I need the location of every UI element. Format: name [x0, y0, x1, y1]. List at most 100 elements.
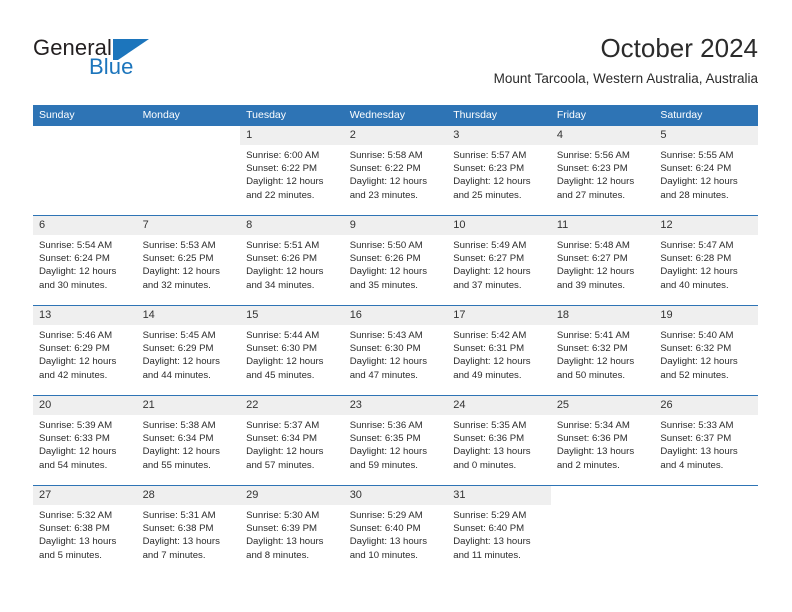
calendar-day-cell[interactable]: 7 Sunrise: 5:53 AM Sunset: 6:25 PM Daylight… — [136, 216, 241, 305]
day-detail-line: Sunset: 6:22 PM — [349, 163, 421, 175]
day-details: Sunrise: 5:39 AM Sunset: 6:33 PM Daylight:… — [33, 415, 137, 472]
day-detail-line: Sunrise: 5:55 AM — [660, 150, 734, 161]
calendar-day-cell[interactable]: 9 Sunrise: 5:50 AM Sunset: 6:26 PM Daylight… — [343, 216, 448, 305]
day-detail-line: Daylight: 12 hours — [660, 176, 738, 188]
day-details: Sunrise: 5:36 AM Sunset: 6:35 PM Daylight:… — [344, 415, 448, 472]
weekday-header-tuesday: Tuesday — [240, 105, 344, 126]
day-detail-line: Sunset: 6:27 PM — [453, 253, 525, 265]
calendar-day-cell[interactable]: 31 Sunrise: 5:29 AM Sunset: 6:40 PM Dayligh… — [447, 486, 551, 575]
day-details: Sunrise: 5:34 AM Sunset: 6:36 PM Daylight:… — [551, 415, 655, 472]
calendar-day-cell[interactable]: 28 Sunrise: 5:31 AM Sunset: 6:38 PM Dayligh… — [136, 486, 241, 575]
calendar-day-cell[interactable]: 13 Sunrise: 5:46 AM Sunset: 6:29 PM Dayligh… — [33, 306, 137, 395]
day-number: 11 — [550, 216, 655, 235]
weekday-header-thursday: Thursday — [447, 105, 551, 126]
day-number: 26 — [654, 396, 758, 415]
day-details: Sunrise: 5:48 AM Sunset: 6:27 PM Daylight:… — [551, 235, 655, 292]
calendar-day-cell-empty — [551, 486, 655, 575]
day-detail-line: and 5 minutes. — [39, 549, 102, 561]
calendar-day-cell[interactable]: 23 Sunrise: 5:36 AM Sunset: 6:35 PM Dayligh… — [343, 396, 448, 485]
day-detail-line: Sunset: 6:39 PM — [246, 523, 318, 535]
page-subtitle: Mount Tarcoola, Western Australia, Austr… — [493, 71, 758, 86]
day-detail-line: Sunrise: 5:48 AM — [556, 240, 630, 251]
day-detail-line: and 25 minutes. — [453, 189, 522, 201]
day-detail-line: Daylight: 12 hours — [556, 176, 635, 188]
day-detail-line: Sunrise: 5:41 AM — [556, 330, 630, 341]
day-detail-line: Daylight: 12 hours — [142, 356, 220, 368]
calendar-day-cell[interactable]: 6 Sunrise: 5:54 AM Sunset: 6:24 PM Daylight… — [33, 216, 137, 305]
day-detail-line: Daylight: 12 hours — [39, 446, 117, 458]
day-detail-line: Daylight: 13 hours — [660, 446, 738, 458]
day-detail-line: Sunset: 6:38 PM — [39, 523, 110, 535]
calendar-day-cell[interactable]: 2 Sunrise: 5:58 AM Sunset: 6:22 PM Daylight… — [343, 126, 448, 215]
calendar-day-cell[interactable]: 10 Sunrise: 5:49 AM Sunset: 6:27 PM Dayligh… — [447, 216, 551, 305]
calendar-day-cell[interactable]: 21 Sunrise: 5:38 AM Sunset: 6:34 PM Dayligh… — [136, 396, 241, 485]
calendar-day-cell[interactable]: 8 Sunrise: 5:51 AM Sunset: 6:26 PM Daylight… — [240, 216, 344, 305]
calendar-day-cell-empty — [654, 486, 758, 575]
calendar-day-cell[interactable]: 22 Sunrise: 5:37 AM Sunset: 6:34 PM Dayligh… — [240, 396, 344, 485]
day-detail-line: and 22 minutes. — [246, 189, 315, 201]
day-detail-line: Sunrise: 5:58 AM — [349, 150, 423, 161]
calendar-day-cell[interactable]: 18 Sunrise: 5:41 AM Sunset: 6:32 PM Dayligh… — [550, 306, 655, 395]
brand-logo[interactable]: General Blue — [33, 36, 253, 86]
calendar-day-cell[interactable]: 26 Sunrise: 5:33 AM Sunset: 6:37 PM Dayligh… — [654, 396, 758, 485]
day-number: 12 — [654, 216, 758, 235]
day-detail-line: Sunrise: 5:44 AM — [246, 330, 320, 341]
calendar-day-cell[interactable]: 25 Sunrise: 5:34 AM Sunset: 6:36 PM Dayligh… — [550, 396, 655, 485]
calendar-day-cell[interactable]: 4 Sunrise: 5:56 AM Sunset: 6:23 PM Daylight… — [550, 126, 655, 215]
day-detail-line: and 28 minutes. — [660, 189, 729, 201]
day-number: 16 — [343, 306, 448, 325]
calendar-day-cell[interactable]: 24 Sunrise: 5:35 AM Sunset: 6:36 PM Dayligh… — [447, 396, 551, 485]
calendar-day-cell[interactable]: 16 Sunrise: 5:43 AM Sunset: 6:30 PM Dayligh… — [343, 306, 448, 395]
calendar-day-cell[interactable]: 5 Sunrise: 5:55 AM Sunset: 6:24 PM Daylight… — [654, 126, 758, 215]
calendar-day-cell[interactable]: 15 Sunrise: 5:44 AM Sunset: 6:30 PM Dayligh… — [240, 306, 344, 395]
day-detail-line: Sunset: 6:40 PM — [453, 523, 525, 535]
calendar-day-cell[interactable]: 20 Sunrise: 5:39 AM Sunset: 6:33 PM Dayligh… — [33, 396, 137, 485]
day-detail-line: Sunrise: 5:49 AM — [453, 240, 527, 251]
day-detail-line: and 45 minutes. — [246, 369, 315, 381]
day-detail-line: Sunset: 6:30 PM — [246, 343, 318, 355]
day-detail-line: and 40 minutes. — [660, 279, 729, 291]
day-detail-line: Sunrise: 5:53 AM — [142, 240, 216, 251]
day-detail-line: Sunrise: 5:39 AM — [39, 420, 113, 431]
day-detail-line: and 34 minutes. — [246, 279, 315, 291]
calendar-day-cell[interactable]: 1 Sunrise: 6:00 AM Sunset: 6:22 PM Daylight… — [240, 126, 344, 215]
day-detail-line: Daylight: 12 hours — [660, 356, 738, 368]
day-details: Sunrise: 5:54 AM Sunset: 6:24 PM Daylight:… — [33, 235, 137, 292]
day-detail-line: Sunrise: 6:00 AM — [246, 150, 320, 161]
day-details: Sunrise: 5:35 AM Sunset: 6:36 PM Daylight:… — [447, 415, 551, 472]
day-detail-line: Sunset: 6:31 PM — [453, 343, 525, 355]
calendar-day-cell[interactable]: 29 Sunrise: 5:30 AM Sunset: 6:39 PM Dayligh… — [240, 486, 344, 575]
day-number: 10 — [447, 216, 551, 235]
day-detail-line: Sunset: 6:23 PM — [556, 163, 628, 175]
day-detail-line: Sunrise: 5:35 AM — [453, 420, 527, 431]
day-number: 21 — [136, 396, 241, 415]
day-detail-line: and 23 minutes. — [349, 189, 418, 201]
title-block: October 2024 Mount Tarcoola, Western Aus… — [494, 33, 758, 87]
calendar-day-cell[interactable]: 14 Sunrise: 5:45 AM Sunset: 6:29 PM Dayligh… — [136, 306, 241, 395]
calendar-day-cell[interactable]: 19 Sunrise: 5:40 AM Sunset: 6:32 PM Dayligh… — [654, 306, 758, 395]
day-details: Sunrise: 5:29 AM Sunset: 6:40 PM Daylight:… — [344, 505, 448, 562]
day-detail-line: and 4 minutes. — [660, 459, 724, 471]
day-detail-line: Daylight: 12 hours — [349, 266, 428, 278]
weekday-header-wednesday: Wednesday — [343, 105, 448, 126]
day-details: Sunrise: 5:40 AM Sunset: 6:32 PM Daylight:… — [654, 325, 758, 382]
calendar-day-cell[interactable]: 12 Sunrise: 5:47 AM Sunset: 6:28 PM Dayligh… — [654, 216, 758, 305]
day-detail-line: Sunrise: 5:57 AM — [453, 150, 527, 161]
calendar-day-cell[interactable]: 3 Sunrise: 5:57 AM Sunset: 6:23 PM Daylight… — [447, 126, 551, 215]
weekday-header-friday: Friday — [550, 105, 655, 126]
calendar-page: General Blue October 2024 Mount Tarcoola… — [0, 0, 792, 612]
day-details: Sunrise: 5:57 AM Sunset: 6:23 PM Daylight:… — [447, 145, 551, 202]
calendar-day-cell[interactable]: 30 Sunrise: 5:29 AM Sunset: 6:40 PM Dayligh… — [343, 486, 448, 575]
calendar-table: Sunday Monday Tuesday Wednesday Thursday Frid… — [33, 105, 758, 575]
calendar-day-cell[interactable]: 11 Sunrise: 5:48 AM Sunset: 6:27 PM Dayligh… — [550, 216, 655, 305]
day-details: Sunrise: 5:53 AM Sunset: 6:25 PM Daylight:… — [137, 235, 241, 292]
day-detail-line: Sunset: 6:26 PM — [246, 253, 318, 265]
day-detail-line: Daylight: 13 hours — [142, 536, 220, 548]
calendar-day-cell[interactable]: 27 Sunrise: 5:32 AM Sunset: 6:38 PM Dayligh… — [33, 486, 137, 575]
calendar-day-cell[interactable]: 17 Sunrise: 5:42 AM Sunset: 6:31 PM Dayligh… — [447, 306, 551, 395]
day-detail-line: and 42 minutes. — [39, 369, 108, 381]
day-detail-line: Daylight: 13 hours — [246, 536, 324, 548]
day-detail-line: Sunset: 6:32 PM — [660, 343, 732, 355]
day-details: Sunrise: 5:33 AM Sunset: 6:37 PM Daylight:… — [654, 415, 758, 472]
day-number: 17 — [447, 306, 551, 325]
